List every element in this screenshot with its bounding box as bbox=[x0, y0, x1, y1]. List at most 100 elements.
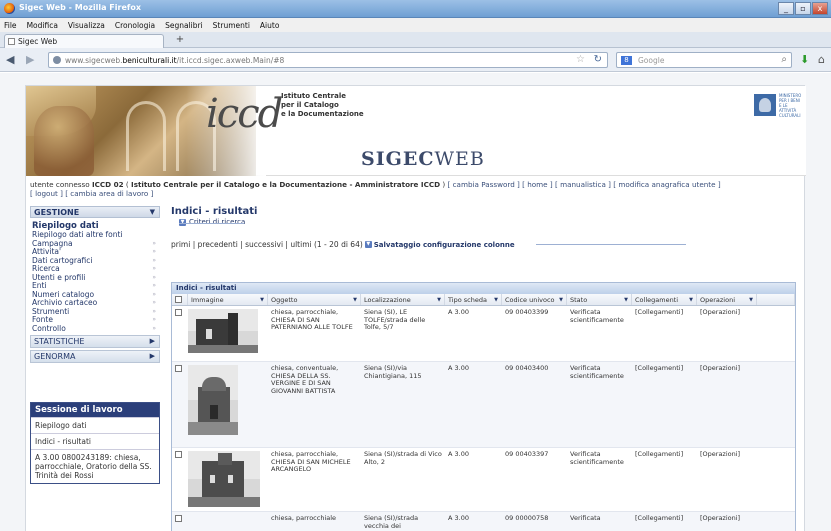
column-menu-icon[interactable]: ▼ bbox=[624, 294, 628, 305]
table-row[interactable]: chiesa, parrocchiale Siena (SI)/strada v… bbox=[172, 512, 795, 531]
reload-icon[interactable]: ↻ bbox=[594, 54, 602, 65]
expand-arrow-icon: ▶ bbox=[149, 337, 155, 345]
column-menu-icon[interactable]: ▼ bbox=[749, 294, 753, 305]
column-header-immagine[interactable]: Immagine ▼ bbox=[188, 294, 268, 305]
column-menu-icon[interactable]: ▼ bbox=[353, 294, 357, 305]
column-header-oggetto[interactable]: Oggetto ▼ bbox=[268, 294, 361, 305]
close-button[interactable]: x bbox=[812, 2, 828, 15]
operazioni-link[interactable]: [Operazioni] bbox=[697, 362, 757, 447]
session-item[interactable]: A 3.00 0800243189: chiesa, parrocchiale,… bbox=[31, 449, 159, 483]
cell-localizzazione: Siena (SI)/strada vecchia dei bbox=[364, 514, 419, 530]
column-menu-icon[interactable]: ▼ bbox=[260, 294, 264, 305]
column-menu-icon[interactable]: ▼ bbox=[437, 294, 441, 305]
row-checkbox[interactable] bbox=[175, 365, 182, 372]
column-menu-icon[interactable]: ▼ bbox=[689, 294, 693, 305]
submenu-chevron-icon: » bbox=[152, 316, 156, 323]
site-identity-icon[interactable] bbox=[53, 56, 61, 64]
table-row[interactable]: chiesa, parrocchiale, CHIESA DI SAN PATE… bbox=[172, 306, 795, 362]
sidebar-item-controllo[interactable]: Controllo» bbox=[30, 324, 160, 334]
tab-sigec-web[interactable]: Sigec Web bbox=[4, 34, 164, 48]
record-thumbnail[interactable] bbox=[188, 309, 258, 353]
sidebar-item-utenti-profili[interactable]: Utenti e profili» bbox=[30, 273, 160, 283]
ministry-seal-icon bbox=[754, 94, 776, 116]
save-columns-toggle[interactable]: ▼ Salvataggio configurazione colonne bbox=[364, 241, 515, 249]
menu-file[interactable]: File bbox=[4, 21, 17, 30]
row-checkbox[interactable] bbox=[175, 451, 182, 458]
ministry-logo: MINISTERO PER I BENI E LE ATTIVITÀ CULTU… bbox=[754, 92, 802, 118]
cell-codice-univoco: 09 00000758 bbox=[505, 514, 549, 522]
address-bar[interactable]: www.sigecweb.beniculturali.it/it.iccd.si… bbox=[48, 52, 608, 68]
record-thumbnail[interactable] bbox=[188, 451, 260, 507]
bookmark-star-icon[interactable]: ☆ bbox=[576, 54, 585, 65]
forward-arrow-icon[interactable]: ▶ bbox=[26, 53, 34, 66]
cell-stato: Verificata scientificamente bbox=[570, 364, 624, 380]
section-gestione[interactable]: GESTIONE ▼ bbox=[30, 206, 160, 218]
cell-oggetto: chiesa, parrocchiale, CHIESA DI SAN MICH… bbox=[271, 450, 351, 473]
collegamenti-link[interactable]: [Collegamenti] bbox=[632, 512, 697, 531]
app-name: SIGECWEB bbox=[361, 148, 485, 170]
menu-strumenti[interactable]: Strumenti bbox=[213, 21, 250, 30]
tab-bar: Sigec Web + bbox=[0, 32, 831, 48]
criteria-divider bbox=[179, 223, 244, 224]
column-header-extra bbox=[757, 294, 795, 305]
collegamenti-link[interactable]: [Collegamenti] bbox=[632, 362, 697, 447]
site-banner: iccd Istituto Centrale per il Catalogo e… bbox=[26, 86, 806, 176]
operazioni-link[interactable]: [Operazioni] bbox=[697, 306, 757, 361]
logout-links[interactable]: [ logout ] [ cambia area di lavoro ] bbox=[30, 189, 800, 198]
results-grid: Indici - risultati Immagine ▼ Oggetto ▼ Lo… bbox=[171, 282, 796, 531]
search-criteria-toggle[interactable]: ▼ Criteri di ricerca bbox=[179, 218, 801, 226]
select-all-checkbox[interactable] bbox=[172, 294, 188, 305]
user-organization: Istituto Centrale per il Catalogo e la D… bbox=[131, 180, 441, 189]
column-menu-icon[interactable]: ▼ bbox=[559, 294, 563, 305]
window-title: Sigec Web - Mozilla Firefox bbox=[19, 3, 142, 12]
table-row[interactable]: chiesa, parrocchiale, CHIESA DI SAN MICH… bbox=[172, 448, 795, 512]
column-header-tipo-scheda[interactable]: Tipo scheda ▼ bbox=[445, 294, 502, 305]
submenu-chevron-icon: » bbox=[152, 324, 156, 332]
minimize-button[interactable]: _ bbox=[778, 2, 794, 15]
menu-visualizza[interactable]: Visualizza bbox=[68, 21, 105, 30]
column-header-localizzazione[interactable]: Localizzazione ▼ bbox=[361, 294, 445, 305]
search-engine-icon[interactable]: 8 bbox=[621, 56, 632, 65]
pagination-links[interactable]: primi | precedenti | successivi | ultimi… bbox=[171, 240, 363, 249]
cell-stato: Verificata scientificamente bbox=[570, 308, 624, 324]
section-genorma[interactable]: GENORMA ▶ bbox=[30, 350, 160, 363]
column-header-operazioni[interactable]: Operazioni ▼ bbox=[697, 294, 757, 305]
user-links[interactable]: [ cambia Password ] [ home ] [ manualist… bbox=[448, 180, 721, 189]
cell-tipo-scheda: A 3.00 bbox=[448, 450, 469, 458]
pagination: primi | precedenti | successivi | ultimi… bbox=[171, 240, 515, 249]
menu-segnalibri[interactable]: Segnalibri bbox=[165, 21, 203, 30]
new-tab-button[interactable]: + bbox=[172, 34, 188, 46]
page-content: iccd Istituto Centrale per il Catalogo e… bbox=[0, 73, 831, 531]
session-item[interactable]: Riepilogo dati bbox=[31, 417, 159, 433]
column-menu-icon[interactable]: ▼ bbox=[494, 294, 498, 305]
menu-aiuto[interactable]: Aiuto bbox=[260, 21, 280, 30]
section-statistiche[interactable]: STATISTICHE ▶ bbox=[30, 335, 160, 348]
column-header-stato[interactable]: Stato ▼ bbox=[567, 294, 632, 305]
column-header-collegamenti[interactable]: Collegamenti ▼ bbox=[632, 294, 697, 305]
cell-codice-univoco: 09 00403397 bbox=[505, 450, 549, 458]
menu-bar: File Modifica Visualizza Cronologia Segn… bbox=[0, 18, 831, 32]
submenu-chevron-icon: » bbox=[152, 256, 156, 264]
search-bar[interactable]: 8 Google ⌕ bbox=[616, 52, 792, 68]
table-row[interactable]: chiesa, conventuale, CHIESA DELLA SS. VE… bbox=[172, 362, 795, 448]
column-header-codice-univoco[interactable]: Codice univoco ▼ bbox=[502, 294, 567, 305]
menu-modifica[interactable]: Modifica bbox=[27, 21, 58, 30]
maximize-button[interactable]: ▫ bbox=[795, 2, 811, 15]
row-checkbox[interactable] bbox=[175, 515, 182, 522]
download-icon[interactable]: ⬇ bbox=[800, 53, 809, 66]
collapse-arrow-icon: ▼ bbox=[149, 208, 155, 216]
cell-localizzazione: Siena (SI)/via Chiantigiana, 115 bbox=[364, 364, 422, 380]
collegamenti-link[interactable]: [Collegamenti] bbox=[632, 448, 697, 511]
menu-cronologia[interactable]: Cronologia bbox=[115, 21, 155, 30]
session-item[interactable]: Indici - risultati bbox=[31, 433, 159, 449]
home-icon[interactable]: ⌂ bbox=[818, 53, 825, 66]
collegamenti-link[interactable]: [Collegamenti] bbox=[632, 306, 697, 361]
back-arrow-icon[interactable]: ◀ bbox=[6, 53, 14, 66]
firefox-icon bbox=[4, 3, 15, 14]
row-checkbox[interactable] bbox=[175, 309, 182, 316]
record-thumbnail[interactable] bbox=[188, 365, 238, 435]
operazioni-link[interactable]: [Operazioni] bbox=[697, 512, 757, 531]
submenu-chevron-icon: » bbox=[152, 239, 156, 247]
search-icon[interactable]: ⌕ bbox=[781, 54, 787, 65]
operazioni-link[interactable]: [Operazioni] bbox=[697, 448, 757, 511]
